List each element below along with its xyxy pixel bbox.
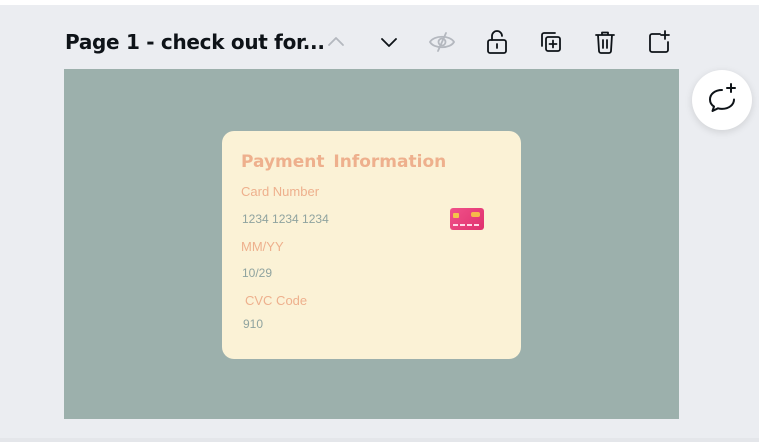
trash-icon bbox=[593, 29, 617, 55]
bottom-strip bbox=[0, 438, 759, 442]
add-comment-icon bbox=[705, 81, 739, 120]
unlock-icon bbox=[485, 28, 509, 56]
move-page-down-button[interactable] bbox=[373, 26, 405, 58]
card-number-label: Card Number bbox=[241, 184, 320, 199]
credit-card-icon bbox=[450, 208, 484, 230]
delete-page-button[interactable] bbox=[589, 26, 621, 58]
hide-page-button[interactable] bbox=[426, 26, 458, 58]
cvc-value: 910 bbox=[243, 317, 264, 331]
add-comment-button[interactable] bbox=[692, 70, 752, 130]
page-header: Page 1 - check out for... bbox=[64, 22, 684, 62]
page-title[interactable]: Page 1 - check out for... bbox=[65, 30, 325, 54]
top-strip bbox=[0, 0, 759, 5]
add-page-icon bbox=[646, 29, 672, 55]
duplicate-icon bbox=[538, 29, 564, 55]
add-page-button[interactable] bbox=[643, 26, 675, 58]
cvc-label: CVC Code bbox=[245, 293, 308, 308]
design-canvas[interactable]: Payment Information Card Number 1234 123… bbox=[64, 69, 679, 419]
chevron-up-icon bbox=[325, 31, 347, 53]
editor-root: Page 1 - check out for... Payment Inform… bbox=[0, 0, 759, 442]
expiry-label: MM/YY bbox=[241, 239, 284, 254]
hide-icon bbox=[428, 30, 456, 54]
payment-card-panel[interactable]: Payment Information Card Number 1234 123… bbox=[222, 131, 521, 359]
chevron-down-icon bbox=[378, 31, 400, 53]
move-page-up-button[interactable] bbox=[320, 26, 352, 58]
card-number-value: 1234 1234 1234 bbox=[242, 212, 329, 226]
payment-title: Payment Information bbox=[241, 152, 447, 172]
expiry-value: 10/29 bbox=[242, 266, 273, 280]
duplicate-page-button[interactable] bbox=[535, 26, 567, 58]
unlock-page-button[interactable] bbox=[481, 26, 513, 58]
